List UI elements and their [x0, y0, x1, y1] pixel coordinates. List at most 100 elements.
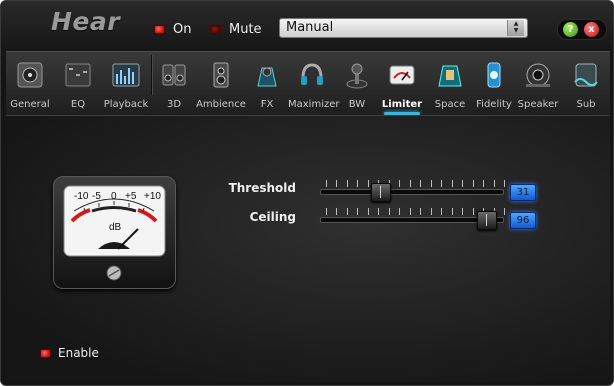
tab-label: Ambience [196, 99, 246, 110]
tab-label: Limiter [381, 99, 423, 110]
tab-label: Sub [576, 99, 596, 110]
equalizer-sliders-icon [63, 60, 93, 90]
preset-dropdown[interactable]: Manual ▲ ▼ [279, 18, 528, 38]
slider-tick [378, 208, 380, 215]
slider-tick [493, 180, 495, 187]
meter-scale-label: +5 [125, 191, 137, 202]
updown-arrows-icon[interactable]: ▲ ▼ [507, 20, 524, 36]
tab-general[interactable]: General [6, 52, 54, 116]
subwoofer-wave-icon [571, 60, 601, 90]
tab-fx[interactable]: FX [246, 52, 288, 116]
slider-tick [430, 208, 432, 215]
threshold-ticks [326, 180, 505, 188]
tab-label: EQ [70, 99, 86, 110]
tab-bar: General EQ Playback 3D Ambience FX Maximizer BW… [6, 51, 610, 116]
tab-limiter[interactable]: Limiter [378, 52, 426, 116]
led-indicator-icon [154, 25, 165, 34]
slider-tick [357, 180, 359, 187]
meter-scale-label: 0 [111, 191, 117, 202]
threshold-track[interactable] [320, 189, 504, 195]
tab-label: Maximizer [288, 99, 340, 110]
tab-label: Playback [103, 99, 149, 110]
tab-maximizer[interactable]: Maximizer [288, 52, 340, 116]
slider-tick [451, 180, 453, 187]
slider-tick [326, 180, 327, 187]
meter-scale-label: -10 [74, 191, 89, 202]
slider-tick [462, 208, 464, 215]
space-room-icon [435, 60, 465, 90]
slider-tick [367, 208, 369, 215]
slider-tick [388, 208, 390, 215]
slider-tick [399, 208, 401, 215]
on-toggle[interactable]: On [154, 22, 191, 37]
slider-tick [399, 180, 401, 187]
meter-scale-label: -5 [92, 191, 101, 202]
tab-label: Fidelity [476, 99, 512, 110]
speaker-driver-icon [523, 60, 553, 90]
hear-window: Hear On Mute Manual ▲ ▼ ? x General EQ Play… [0, 0, 614, 386]
tab-space[interactable]: Space [426, 52, 474, 116]
tab-label: 3D [166, 99, 182, 110]
slider-tick [346, 208, 348, 215]
threshold-readout: 31 [510, 184, 536, 201]
slider-tick [357, 208, 359, 215]
slider-tick [336, 180, 338, 187]
slider-tick [336, 208, 338, 215]
tab-label: FX [260, 99, 274, 110]
tab-playback[interactable]: Playback [100, 52, 152, 116]
ceiling-readout: 96 [510, 212, 536, 229]
slider-tick [451, 208, 453, 215]
ambience-speaker-icon [206, 60, 236, 90]
slider-tick [430, 180, 432, 187]
slider-tick [420, 208, 422, 215]
mute-toggle[interactable]: Mute [210, 22, 262, 37]
vu-meter: -10 -5 0 +5 +10 dB [53, 176, 176, 289]
slider-tick [504, 180, 505, 187]
meter-unit-label: dB [109, 222, 122, 233]
tab-label: Space [434, 99, 466, 110]
slider-tick [462, 180, 464, 187]
mute-label: Mute [229, 22, 262, 37]
led-indicator-icon [210, 25, 221, 34]
tab-speaker[interactable]: Speaker [514, 52, 562, 116]
slider-tick [483, 180, 485, 187]
window-controls: ? x [557, 19, 607, 40]
tab-fidelity[interactable]: Fidelity [474, 52, 514, 116]
slider-tick [409, 208, 411, 215]
tab-sub[interactable]: Sub [562, 52, 610, 116]
fidelity-lamp-icon [479, 60, 509, 90]
spectrum-icon [111, 60, 141, 90]
fx-stage-icon [252, 60, 282, 90]
slider-tick [504, 208, 505, 215]
slider-tick [367, 180, 369, 187]
slider-tick [441, 180, 443, 187]
tab-ambience[interactable]: Ambience [196, 52, 246, 116]
speaker-box-icon [15, 60, 45, 90]
meter-scale-label: +10 [144, 191, 161, 202]
close-button[interactable]: x [584, 22, 599, 37]
ceiling-label: Ceiling [249, 210, 296, 224]
threshold-label: Threshold [228, 181, 296, 195]
slider-tick [420, 180, 422, 187]
bw-joystick-icon [342, 60, 372, 90]
preset-value: Manual [286, 20, 334, 35]
tab-label: General [10, 99, 50, 110]
threshold-slider-thumb[interactable] [370, 183, 391, 202]
slider-tick [346, 180, 348, 187]
slider-tick [472, 180, 474, 187]
slider-tick [326, 208, 327, 215]
slider-tick [409, 180, 411, 187]
limiter-panel: -10 -5 0 +5 +10 dB Threshold 31 Ceiling … [6, 115, 610, 382]
tab-bw[interactable]: BW [336, 52, 378, 116]
tab-eq[interactable]: EQ [56, 52, 100, 116]
ceiling-slider-thumb[interactable] [477, 211, 498, 230]
on-label: On [173, 22, 192, 37]
enable-toggle[interactable]: Enable [40, 346, 99, 360]
speakers-3d-icon [159, 60, 189, 90]
help-button[interactable]: ? [563, 22, 578, 37]
title-bar: Hear On Mute Manual ▲ ▼ ? x [1, 1, 613, 51]
tab-3d[interactable]: 3D [152, 52, 196, 116]
ceiling-track[interactable] [320, 217, 504, 223]
headphones-icon [297, 60, 327, 90]
enable-label: Enable [58, 346, 99, 360]
